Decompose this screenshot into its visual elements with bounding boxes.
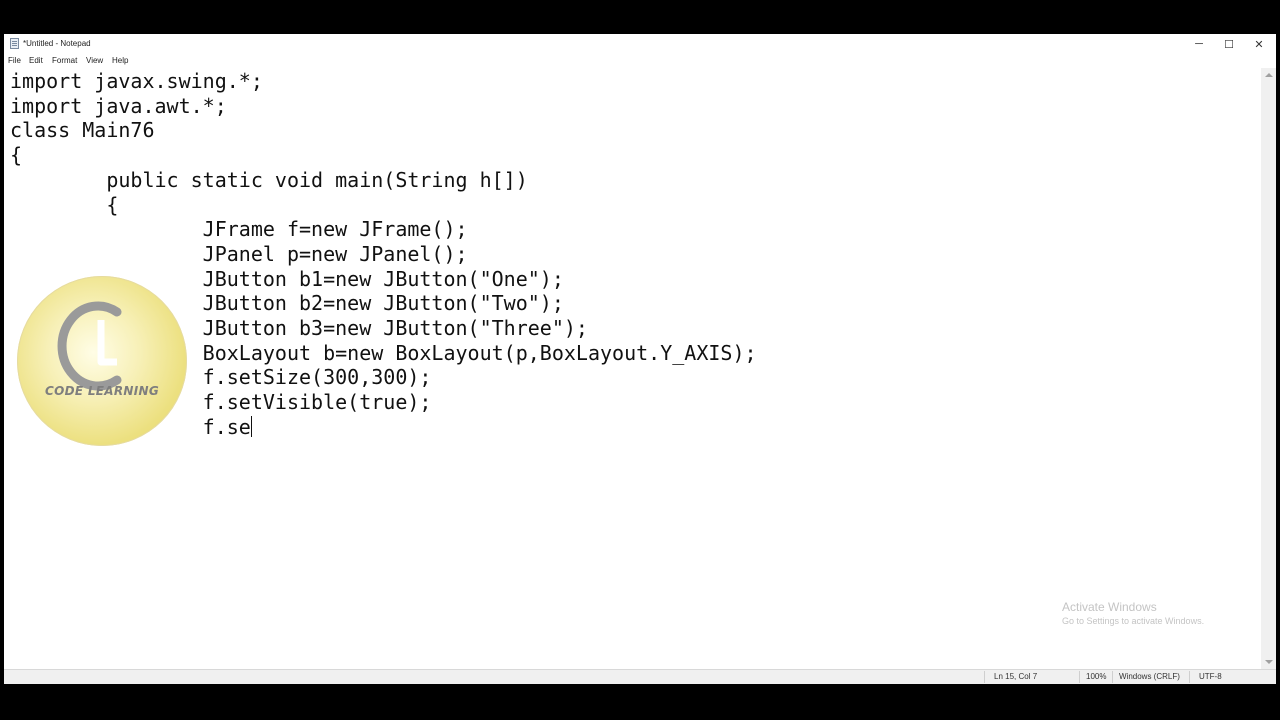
chevron-down-icon[interactable] bbox=[1265, 660, 1273, 664]
notepad-window: *Untitled - Notepad ─ ☐ ✕ File Edit Form… bbox=[4, 34, 1276, 684]
code-learning-logo: CODE LEARNING bbox=[17, 276, 187, 446]
code-line: import java.awt.*; bbox=[10, 93, 227, 118]
letter-mark-icon bbox=[57, 301, 122, 391]
logo-text: CODE LEARNING bbox=[44, 384, 159, 398]
code-line: class Main76 bbox=[10, 118, 155, 143]
text-editor[interactable]: import javax.swing.*; import java.awt.*; c… bbox=[4, 68, 1261, 669]
menu-file[interactable]: File bbox=[8, 56, 21, 65]
status-divider bbox=[984, 671, 985, 683]
window-title: *Untitled - Notepad bbox=[23, 39, 91, 48]
status-divider bbox=[1189, 671, 1190, 683]
code-line: public static void main(String h[]) bbox=[10, 167, 528, 192]
minimize-button[interactable]: ─ bbox=[1184, 34, 1214, 54]
code-line: import javax.swing.*; bbox=[10, 69, 263, 93]
status-divider bbox=[1112, 671, 1113, 683]
line-ending: Windows (CRLF) bbox=[1119, 672, 1180, 681]
cursor-position: Ln 15, Col 7 bbox=[994, 672, 1038, 681]
watermark-subtitle: Go to Settings to activate Windows. bbox=[1062, 616, 1205, 626]
text-caret bbox=[250, 415, 252, 437]
status-divider bbox=[1079, 671, 1080, 683]
code-line: { bbox=[10, 143, 23, 168]
menu-help[interactable]: Help bbox=[112, 56, 128, 65]
encoding: UTF-8 bbox=[1199, 672, 1222, 681]
title-bar: *Untitled - Notepad ─ ☐ ✕ bbox=[4, 34, 1276, 54]
code-line: { bbox=[10, 192, 119, 217]
watermark-title: Activate Windows bbox=[1062, 600, 1157, 614]
notepad-icon bbox=[10, 38, 19, 49]
zoom-level: 100% bbox=[1086, 672, 1107, 681]
status-bar: Ln 15, Col 7 100% Windows (CRLF) UTF-8 bbox=[4, 669, 1276, 684]
chevron-up-icon[interactable] bbox=[1265, 73, 1273, 77]
code-line: JFrame f=new JFrame(); bbox=[10, 217, 468, 242]
vertical-scrollbar[interactable] bbox=[1261, 68, 1276, 669]
menu-edit[interactable]: Edit bbox=[29, 56, 43, 65]
menu-bar: File Edit Format View Help bbox=[4, 55, 1276, 67]
close-button[interactable]: ✕ bbox=[1244, 34, 1274, 54]
code-line: JPanel p=new JPanel(); bbox=[10, 241, 468, 266]
activate-windows-watermark: Activate Windows Go to Settings to activ… bbox=[1062, 600, 1204, 626]
menu-view[interactable]: View bbox=[86, 56, 103, 65]
maximize-button[interactable]: ☐ bbox=[1214, 34, 1244, 54]
menu-format[interactable]: Format bbox=[52, 56, 77, 65]
